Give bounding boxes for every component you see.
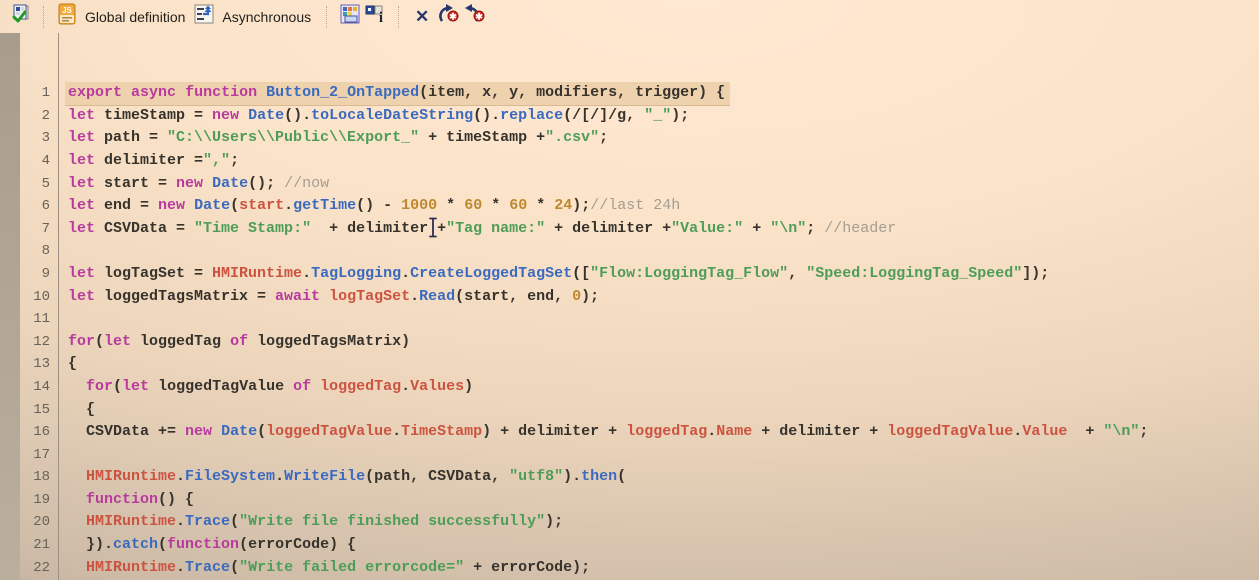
line-number: 4 [41,152,50,169]
line-content[interactable]: let timeStamp = new Date().toLocaleDateS… [59,105,689,128]
line-content[interactable]: for(let loggedTagValue of loggedTag.Valu… [59,376,473,399]
code-lines: 1 export async function Button_2_OnTapped… [20,82,1259,580]
variable-info-icon: i [364,3,388,30]
line-content[interactable]: let logTagSet = HMIRuntime.TagLogging.Cr… [59,263,1049,286]
snippets-button[interactable] [337,4,363,30]
line-number: 21 [33,537,50,554]
previous-error-button[interactable]: ✱ [461,4,487,30]
asynchronous-button[interactable] [191,4,217,30]
line-number: 19 [33,491,50,508]
code-line[interactable]: 16 CSVData += new Date(loggedTagValue.Ti… [20,421,1259,444]
code-line[interactable]: 14 for(let loggedTagValue of loggedTag.V… [20,376,1259,399]
line-number: 12 [33,333,50,350]
line-number: 11 [33,311,50,328]
previous-error-icon: ✱ [462,3,486,30]
toolbar-separator [326,5,328,28]
validate-script-button[interactable] [8,4,34,30]
toolbar-separator [398,5,400,28]
line-number: 5 [41,175,50,192]
line-number: 13 [33,356,50,373]
snippets-icon [339,3,361,30]
delete-icon: ✕ [415,7,430,26]
line-number: 3 [41,130,50,147]
code-area[interactable]: 1 export async function Button_2_OnTapped… [20,37,1259,580]
line-content[interactable]: let path = "C:\\Users\\Public\\Export_" … [59,127,608,150]
next-error-icon: ✱ [436,3,460,30]
editor-left-margin [0,33,20,580]
code-line[interactable]: 1 export async function Button_2_OnTapped… [20,82,1259,106]
line-number: 20 [33,514,50,531]
line-content[interactable]: let loggedTagsMatrix = await logTagSet.R… [59,286,599,309]
variable-info-button[interactable]: i [363,4,389,30]
line-content[interactable]: let end = new Date(start.getTime() - 100… [59,195,680,218]
line-number: 6 [41,198,50,215]
code-line[interactable]: 8 [20,240,1259,263]
toolbar: JS Global definition Asynchronous i ✕ ✱ … [0,0,1259,33]
line-content[interactable]: let delimiter =","; [59,150,239,173]
code-line[interactable]: 7 let CSVData = "Time Stamp:" + delimiter… [20,218,1259,241]
line-number: 10 [33,288,50,305]
line-content[interactable]: { [59,353,77,376]
code-line[interactable]: 19 function() { [20,489,1259,512]
line-number: 2 [41,107,50,124]
line-content[interactable]: for(let loggedTag of loggedTagsMatrix) [59,331,410,354]
line-content[interactable] [59,308,68,331]
line-number: 8 [41,243,50,260]
code-line[interactable]: 9 let logTagSet = HMIRuntime.TagLogging.C… [20,263,1259,286]
code-line[interactable]: 3 let path = "C:\\Users\\Public\\Export_"… [20,127,1259,150]
code-line[interactable]: 17 [20,444,1259,467]
line-number: 14 [33,378,50,395]
line-content[interactable]: let start = new Date(); //now [59,173,329,196]
code-line[interactable]: 21 }).catch(function(errorCode) { [20,534,1259,557]
line-number: 1 [41,85,50,102]
code-line[interactable]: 6 let end = new Date(start.getTime() - 10… [20,195,1259,218]
line-number: 16 [33,424,50,441]
code-line[interactable]: 5 let start = new Date(); //now [20,173,1259,196]
line-content[interactable]: HMIRuntime.Trace("Write failed errorcode… [59,557,590,580]
line-content[interactable]: HMIRuntime.FileSystem.WriteFile(path, CS… [59,466,626,489]
line-content[interactable]: { [59,399,95,422]
js-script-icon: JS [57,3,77,30]
line-number: 15 [33,401,50,418]
svg-text:i: i [379,10,383,25]
line-content[interactable]: let CSVData = "Time Stamp:" + delimiter … [59,218,896,241]
delete-button[interactable]: ✕ [409,4,435,30]
code-line[interactable]: 11 [20,308,1259,331]
svg-text:✱: ✱ [449,12,457,22]
code-line[interactable]: 15 { [20,399,1259,422]
line-number: 9 [41,265,50,282]
line-content[interactable]: CSVData += new Date(loggedTagValue.TimeS… [59,421,1148,444]
code-line[interactable]: 13 { [20,353,1259,376]
script-editor-window: JS Global definition Asynchronous i ✕ ✱ … [0,0,1259,580]
line-content[interactable]: function() { [59,489,194,512]
line-number: 18 [33,469,50,486]
toolbar-separator [43,5,45,28]
line-content[interactable] [59,444,68,467]
line-content[interactable]: export async function Button_2_OnTapped(… [59,82,731,106]
line-number: 17 [33,446,50,463]
code-line[interactable]: 20 HMIRuntime.Trace("Write file finished… [20,511,1259,534]
line-content[interactable] [59,240,68,263]
asynchronous-label: Asynchronous [222,8,312,25]
line-content[interactable]: }).catch(function(errorCode) { [59,534,356,557]
svg-text:✱: ✱ [475,12,483,22]
code-line[interactable]: 22 HMIRuntime.Trace("Write failed errorc… [20,557,1259,580]
global-definition-button[interactable]: JS [54,3,80,30]
line-number: 22 [33,559,50,576]
line-number: 7 [41,220,50,237]
text-cursor-ibeam [428,217,438,243]
line-content[interactable]: HMIRuntime.Trace("Write file finished su… [59,511,563,534]
jump-definition-icon [193,3,215,30]
code-line[interactable]: 18 HMIRuntime.FileSystem.WriteFile(path,… [20,466,1259,489]
validate-script-icon [10,3,32,30]
next-error-button[interactable]: ✱ [435,4,461,30]
global-definition-label: Global definition [85,8,186,25]
code-line[interactable]: 10 let loggedTagsMatrix = await logTagSet… [20,286,1259,309]
svg-text:JS: JS [62,6,72,15]
code-line[interactable]: 12 for(let loggedTag of loggedTagsMatrix) [20,331,1259,354]
code-line[interactable]: 2 let timeStamp = new Date().toLocaleDate… [20,105,1259,128]
code-line[interactable]: 4 let delimiter =","; [20,150,1259,173]
